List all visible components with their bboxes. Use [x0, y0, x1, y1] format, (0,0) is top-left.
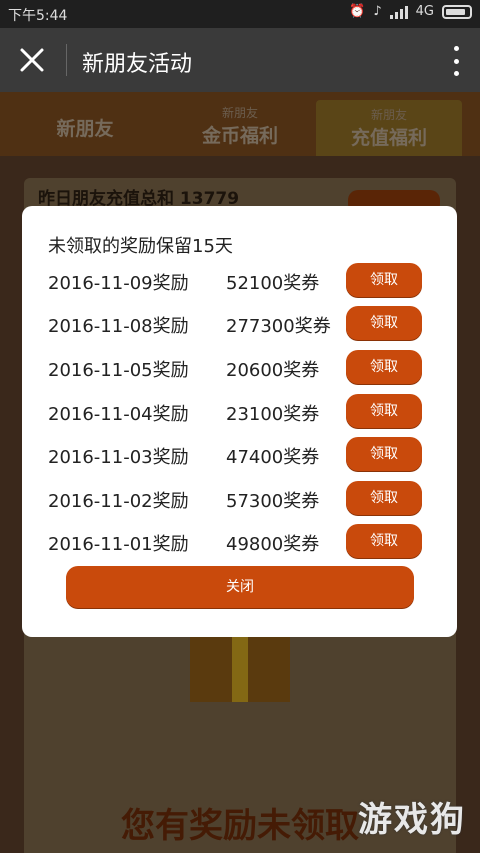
reward-date: 2016-11-02奖励	[48, 491, 189, 512]
reward-date: 2016-11-03奖励	[48, 447, 189, 468]
reward-amount: 57300奖券	[226, 491, 320, 512]
close-dialog-button[interactable]: 关闭	[66, 566, 414, 608]
status-icons: ⏰ ♪ 4G	[349, 4, 472, 19]
reward-amount: 23100奖券	[226, 404, 320, 425]
reward-date: 2016-11-01奖励	[48, 534, 189, 555]
claim-button[interactable]: 领取	[346, 394, 422, 428]
reward-row: 2016-11-02奖励 57300奖券 领取	[22, 481, 457, 517]
signal-icon	[389, 5, 408, 19]
reward-row: 2016-11-08奖励 277300奖券 领取	[22, 306, 457, 342]
reward-row: 2016-11-01奖励 49800奖券 领取	[22, 524, 457, 560]
claim-button[interactable]: 领取	[346, 481, 422, 515]
reward-date: 2016-11-04奖励	[48, 404, 189, 425]
reward-date: 2016-11-09奖励	[48, 273, 189, 294]
reward-row: 2016-11-05奖励 20600奖券 领取	[22, 350, 457, 386]
rewards-dialog: 未领取的奖励保留15天 2016-11-09奖励 52100奖券 领取 2016…	[22, 206, 457, 637]
app-bar: 新朋友活动	[0, 28, 480, 92]
claim-button[interactable]: 领取	[346, 437, 422, 471]
reward-date: 2016-11-08奖励	[48, 316, 189, 337]
claim-button[interactable]: 领取	[346, 263, 422, 297]
reward-row: 2016-11-04奖励 23100奖券 领取	[22, 394, 457, 430]
reward-amount: 52100奖券	[226, 273, 320, 294]
reward-row: 2016-11-09奖励 52100奖券 领取	[22, 263, 457, 299]
reward-amount: 47400奖券	[226, 447, 320, 468]
more-vertical-icon[interactable]	[452, 46, 460, 76]
reward-date: 2016-11-05奖励	[48, 360, 189, 381]
alarm-icon: ⏰	[349, 4, 366, 19]
reward-amount: 277300奖券	[226, 316, 331, 337]
network-type: 4G	[415, 4, 434, 19]
reward-amount: 49800奖券	[226, 534, 320, 555]
dialog-heading: 未领取的奖励保留15天	[48, 236, 233, 257]
reward-row: 2016-11-03奖励 47400奖券 领取	[22, 437, 457, 473]
claim-button[interactable]: 领取	[346, 524, 422, 558]
battery-icon	[442, 4, 472, 19]
mute-icon: ♪	[373, 4, 382, 19]
page-title: 新朋友活动	[82, 52, 193, 77]
app-bar-divider	[66, 44, 67, 76]
status-bar: 下午5:44 ⏰ ♪ 4G	[0, 0, 480, 28]
status-time: 下午5:44	[8, 8, 68, 24]
reward-amount: 20600奖券	[226, 360, 320, 381]
watermark: 游戏狗	[358, 800, 466, 840]
claim-button[interactable]: 领取	[346, 350, 422, 384]
claim-button[interactable]: 领取	[346, 306, 422, 340]
close-icon[interactable]	[16, 44, 48, 76]
